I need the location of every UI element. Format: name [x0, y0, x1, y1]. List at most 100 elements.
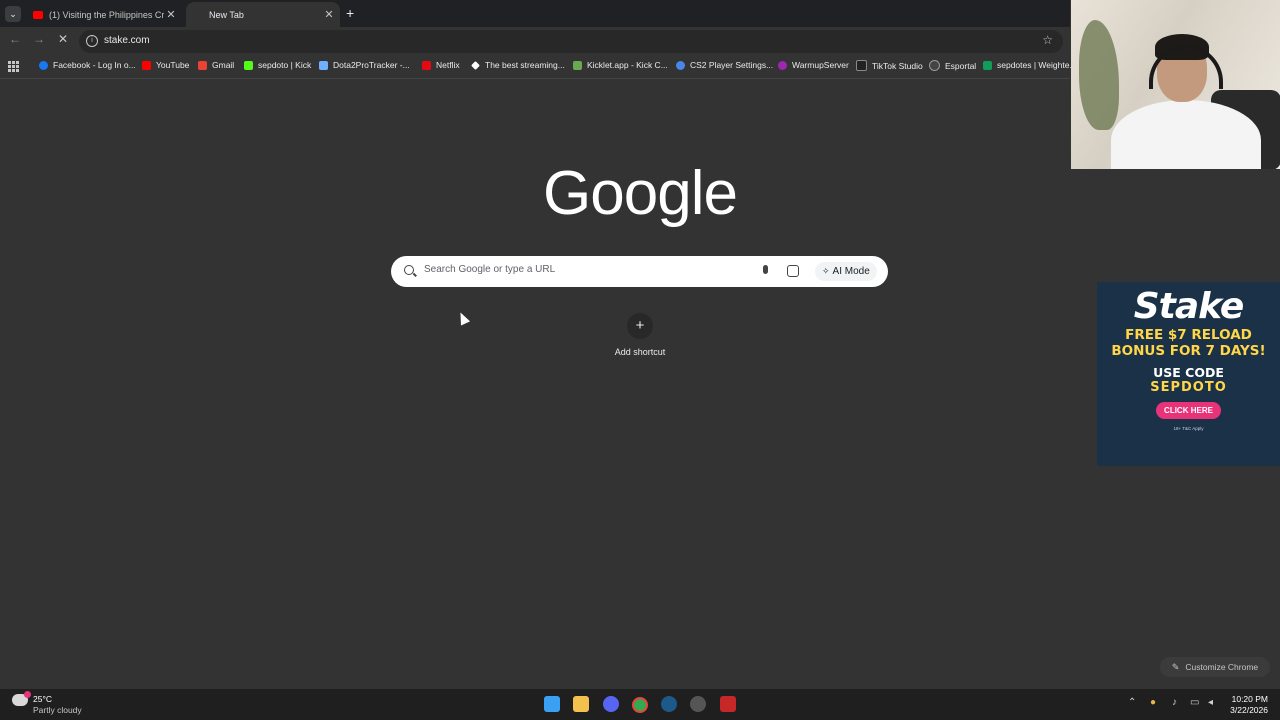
clock-date: 3/22/2026 — [1230, 705, 1268, 715]
plus-icon: + — [627, 313, 653, 339]
microphone-icon[interactable] — [763, 265, 768, 274]
mouse-cursor — [455, 310, 471, 326]
kick-icon — [244, 60, 253, 70]
discord-icon[interactable] — [603, 696, 619, 712]
forward-icon[interactable]: → — [33, 32, 45, 46]
weather-temp[interactable]: 25°C — [33, 694, 52, 704]
diamond-icon — [471, 60, 480, 70]
tab-youtube[interactable]: (1) Visiting the Philippines Crow ✕ — [26, 2, 182, 27]
search-box[interactable]: ✧AI Mode — [391, 256, 888, 287]
sheets-icon — [983, 60, 992, 70]
tab-title: New Tab — [209, 9, 244, 20]
file-explorer-icon[interactable] — [573, 696, 589, 712]
search-input[interactable] — [422, 263, 746, 276]
add-shortcut-label: Add shortcut — [614, 347, 666, 357]
bookmark-label: Facebook - Log In o... — [53, 60, 136, 70]
ad-headline-1: FREE $7 RELOAD — [1125, 327, 1252, 343]
bookmark-label: WarmupServer — [792, 60, 849, 70]
chrome-icon[interactable] — [632, 697, 648, 713]
new-tab-button[interactable]: + — [346, 5, 354, 21]
netflix-icon — [422, 60, 431, 70]
bookmark-label: Netflix — [436, 60, 460, 70]
steam-icon[interactable] — [661, 696, 677, 712]
bookmark-warmupserver[interactable]: WarmupServer — [778, 60, 849, 70]
app-red-icon[interactable] — [720, 696, 736, 712]
bookmark-label: YouTube — [156, 60, 190, 70]
youtube-icon — [142, 60, 151, 70]
tab-new-tab[interactable]: New Tab ✕ — [186, 2, 340, 27]
bookmark-youtube[interactable]: YouTube — [142, 60, 189, 70]
back-icon[interactable]: ← — [9, 32, 21, 46]
bookmark-tiktok-studio[interactable]: TikTok Studio — [856, 60, 923, 71]
bookmark-sepdotes[interactable]: sepdotes | Weighte... — [983, 60, 1077, 70]
stop-loading-icon[interactable]: ✕ — [58, 32, 68, 46]
youtube-favicon-icon — [33, 10, 43, 19]
weather-condition[interactable]: Partly cloudy — [33, 705, 82, 715]
volume-icon[interactable]: ◂ — [1208, 697, 1213, 708]
bookmark-cs2-settings[interactable]: CS2 Player Settings... — [676, 60, 773, 70]
ai-mode-button[interactable]: ✧ AI Mode — [815, 262, 877, 281]
close-tab-icon[interactable]: ✕ — [322, 8, 336, 21]
bookmarks-bar: Facebook - Log In o... YouTube Gmail sep… — [0, 56, 1077, 79]
tab-search-button[interactable]: ⌄ — [5, 6, 21, 22]
ad-headline-2: BONUS FOR 7 DAYS! — [1111, 343, 1266, 359]
url-text[interactable]: stake.com — [104, 35, 150, 46]
bookmark-gmail[interactable]: Gmail — [198, 60, 234, 70]
bookmark-label: Dota2ProTracker -... — [333, 60, 410, 70]
tray-app-icon[interactable]: ● — [1150, 697, 1156, 708]
microphone-tray-icon[interactable]: ♪ — [1172, 697, 1177, 708]
ad-code: SEPDOTO — [1150, 380, 1227, 395]
customize-chrome-button[interactable]: ✎ Customize Chrome — [1160, 657, 1270, 677]
tab-title: (1) Visiting the Philippines Crow — [49, 9, 164, 20]
bookmark-label: sepdoto | Kick — [258, 60, 312, 70]
google-lens-icon[interactable] — [787, 265, 799, 277]
bookmark-facebook[interactable]: Facebook - Log In o... — [39, 60, 136, 70]
add-shortcut[interactable]: + Add shortcut — [612, 313, 668, 357]
address-bar[interactable]: i stake.com ☆ — [79, 30, 1063, 53]
gear-icon — [676, 60, 685, 70]
stake-ad[interactable]: Stake FREE $7 RELOAD BONUS FOR 7 DAYS! U… — [1097, 282, 1280, 466]
obs-icon[interactable] — [690, 696, 706, 712]
bookmark-label: sepdotes | Weighte... — [997, 60, 1077, 70]
stake-logo: Stake — [1133, 286, 1245, 327]
bookmark-kick[interactable]: sepdoto | Kick — [244, 60, 311, 70]
customize-chrome-label: Customize Chrome — [1185, 662, 1259, 672]
plant — [1079, 20, 1119, 130]
toolbar: ← → ✕ i stake.com ☆ — [0, 27, 1070, 56]
close-tab-icon[interactable]: ✕ — [164, 8, 178, 21]
warmupserver-icon — [778, 60, 787, 70]
bookmark-star-icon[interactable]: ☆ — [1042, 33, 1053, 47]
tiktok-icon — [856, 60, 867, 71]
bookmark-label: Esportal — [945, 60, 977, 71]
ai-mode-label: AI Mode — [832, 266, 870, 277]
ad-fine-print: 18+ T&C Apply — [1173, 426, 1204, 431]
apps-grid-icon[interactable] — [8, 61, 19, 72]
ad-click-here-button[interactable]: CLICK HERE — [1156, 402, 1221, 419]
chevron-up-icon[interactable]: ⌃ — [1128, 697, 1136, 708]
dota2protracker-icon — [319, 60, 328, 70]
kicklet-icon — [573, 60, 582, 70]
bookmark-label: Kicklet.app - Kick C... — [587, 60, 668, 70]
tab-strip: ⌄ (1) Visiting the Philippines Crow ✕ Ne… — [0, 0, 1070, 27]
bookmark-label: Gmail — [212, 60, 235, 70]
bookmark-kicklet[interactable]: Kicklet.app - Kick C... — [573, 60, 668, 70]
taskbar: 25°C Partly cloudy ⌃ ● ♪ ▭ ◂ 10:20 PM 3/… — [0, 689, 1280, 720]
bookmark-streaming[interactable]: The best streaming... — [471, 60, 565, 70]
esportal-icon — [929, 60, 940, 71]
start-icon[interactable] — [544, 696, 560, 712]
facebook-icon — [39, 60, 48, 70]
bookmark-dota2protracker[interactable]: Dota2ProTracker -... — [319, 60, 410, 70]
new-tab-favicon-icon — [193, 11, 203, 19]
webcam-overlay — [1071, 0, 1280, 169]
site-info-icon[interactable]: i — [86, 35, 98, 47]
bookmark-label: CS2 Player Settings... — [690, 60, 774, 70]
ad-code-prefix: USE CODE — [1153, 365, 1224, 380]
clock-time: 10:20 PM — [1231, 694, 1268, 704]
network-icon[interactable]: ▭ — [1190, 697, 1199, 708]
gmail-icon — [198, 60, 207, 70]
bookmark-netflix[interactable]: Netflix — [422, 60, 460, 70]
system-clock[interactable]: 10:20 PM 3/22/2026 — [1230, 694, 1268, 716]
bookmark-esportal[interactable]: Esportal — [929, 60, 976, 71]
sparkle-search-icon: ✧ — [822, 266, 830, 276]
weather-icon[interactable] — [12, 691, 31, 706]
